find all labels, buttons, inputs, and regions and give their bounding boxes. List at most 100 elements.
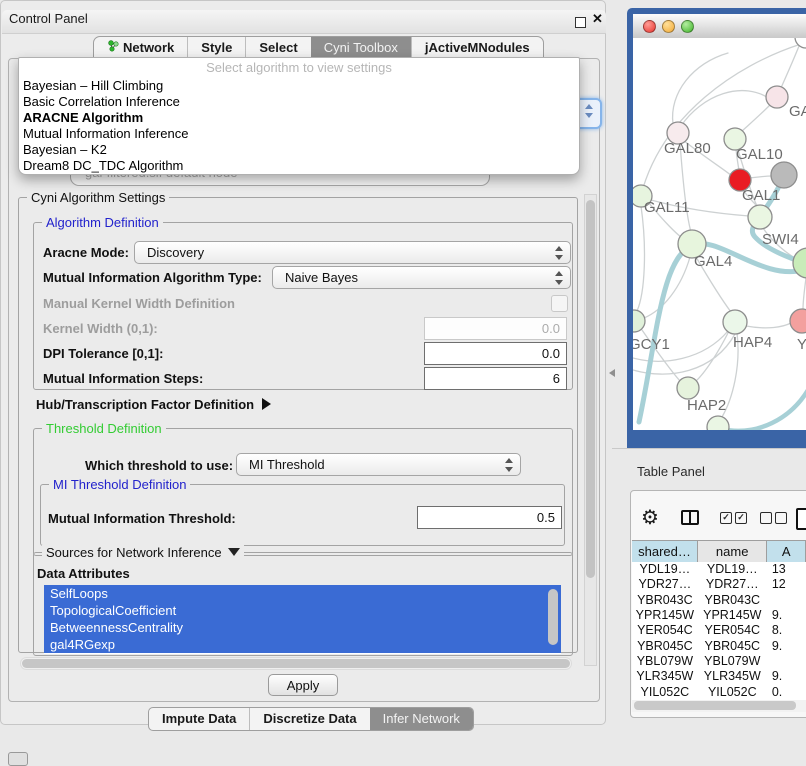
attribute-item[interactable]: TopologicalCoefficient — [44, 602, 561, 619]
table-cell[interactable]: 9. — [767, 639, 806, 654]
table-row[interactable]: YDR27…YDR27…12 — [632, 577, 806, 592]
unchecked-checkbox-icon[interactable] — [775, 512, 787, 524]
network-edge[interactable] — [746, 323, 791, 328]
network-edge[interactable] — [740, 104, 771, 133]
splitter-handle[interactable] — [609, 369, 615, 377]
zoom-traffic-light-icon[interactable] — [681, 20, 694, 33]
tab-cyni-toolbox[interactable]: Cyni Toolbox — [311, 37, 411, 59]
algorithm-item[interactable]: Dream8 DC_TDC Algorithm — [19, 158, 579, 174]
table-cell[interactable]: 13 — [767, 562, 806, 577]
tab-discretize-data[interactable]: Discretize Data — [249, 708, 369, 730]
algorithm-item[interactable]: ARACNE Algorithm — [19, 110, 579, 126]
algorithm-item[interactable]: Bayesian – K2 — [19, 142, 579, 158]
tab-select[interactable]: Select — [245, 37, 310, 59]
table-hscrollbar-thumb[interactable] — [634, 701, 796, 710]
hub-definition-toggle[interactable]: Hub/Transcription Factor Definition — [36, 397, 271, 412]
network-edge[interactable] — [781, 46, 799, 88]
table-cell[interactable]: YBL079W — [632, 654, 698, 669]
tab-jactivemnodules[interactable]: jActiveMNodules — [411, 37, 543, 59]
column-header[interactable]: name — [698, 541, 767, 563]
table-settings-gear-icon[interactable]: ⚙ — [641, 505, 659, 530]
table-cell[interactable]: YER054C — [632, 623, 698, 638]
table-cell[interactable]: YBR045C — [698, 639, 767, 654]
table-cell[interactable]: YBR043C — [632, 593, 698, 608]
mi-threshold-input[interactable] — [417, 506, 562, 529]
table-row[interactable]: YBL079WYBL079W — [632, 654, 806, 669]
attribute-item[interactable]: SelfLoops — [44, 585, 561, 602]
checked-checkbox-icon[interactable]: ✓ — [720, 512, 732, 524]
close-traffic-light-icon[interactable] — [643, 20, 656, 33]
sources-group-toggle[interactable]: Sources for Network Inference — [42, 545, 244, 560]
mi-steps-input[interactable] — [424, 367, 567, 390]
table-cell[interactable]: 9. — [767, 669, 806, 684]
table-row[interactable]: YPR145WYPR145W9. — [632, 608, 806, 623]
column-header[interactable]: shared… — [632, 541, 698, 563]
node-mid[interactable] — [748, 205, 772, 229]
node-top-right[interactable] — [795, 38, 806, 48]
settings-scrollbar-thumb[interactable] — [586, 200, 595, 578]
column-header[interactable]: A — [767, 541, 806, 563]
tab-style[interactable]: Style — [187, 37, 245, 59]
node-gcy1[interactable] — [633, 310, 645, 332]
table-cell[interactable]: YIL052C — [632, 685, 698, 700]
network-edge[interactable] — [695, 331, 729, 382]
node-gray[interactable] — [771, 162, 797, 188]
table-cell[interactable]: 0. — [767, 685, 806, 700]
table-row[interactable]: YDL19…YDL19…13 — [632, 562, 806, 577]
aracne-mode-select[interactable]: Discovery — [134, 241, 571, 264]
network-edge[interactable] — [673, 53, 728, 124]
table-row[interactable]: YBR045CYBR045C9. — [632, 639, 806, 654]
split-columns-icon[interactable] — [681, 510, 699, 525]
float-window-icon[interactable] — [575, 17, 586, 28]
tab-infer-network[interactable]: Infer Network — [370, 708, 473, 730]
network-edge[interactable] — [639, 244, 803, 422]
table-cell[interactable]: YIL052C — [698, 685, 767, 700]
table-row[interactable]: YIL052CYIL052C0. — [632, 685, 806, 700]
settings-hscrollbar-thumb[interactable] — [22, 659, 570, 668]
table-cell[interactable]: YDR27… — [632, 577, 698, 592]
algorithm-item[interactable]: Basic Correlation Inference — [19, 94, 579, 110]
collapsed-panel-icon[interactable] — [8, 752, 28, 766]
which-threshold-select[interactable]: MI Threshold — [236, 453, 521, 476]
network-edge[interactable] — [750, 176, 772, 178]
table-cell[interactable]: YER054C — [698, 623, 767, 638]
node-salmon[interactable] — [790, 309, 806, 333]
manual-kernel-width-checkbox[interactable] — [551, 295, 568, 312]
network-edge[interactable] — [721, 390, 806, 430]
table-cell[interactable]: YBR043C — [698, 593, 767, 608]
table-cell[interactable]: YPR145W — [632, 608, 698, 623]
table-cell[interactable]: YPR145W — [698, 608, 767, 623]
table-cell[interactable]: YBL079W — [698, 654, 767, 669]
algorithm-item[interactable]: Mutual Information Inference — [19, 126, 579, 142]
mi-algorithm-type-select[interactable]: Naive Bayes — [272, 266, 571, 289]
kernel-width-input[interactable] — [424, 317, 567, 340]
table-row[interactable]: YER054CYER054C8. — [632, 623, 806, 638]
attributes-scrollbar-thumb[interactable] — [548, 589, 558, 645]
unchecked-checkbox-icon[interactable] — [760, 512, 772, 524]
table-cell[interactable]: 8. — [767, 623, 806, 638]
checked-checkbox-icon[interactable]: ✓ — [735, 512, 747, 524]
apply-button[interactable]: Apply — [268, 674, 338, 696]
minimize-traffic-light-icon[interactable] — [662, 20, 675, 33]
table-cell[interactable]: YBR045C — [632, 639, 698, 654]
table-cell[interactable]: YDL19… — [632, 562, 698, 577]
table-cell[interactable]: 12 — [767, 577, 806, 592]
node-hap4[interactable] — [723, 310, 747, 334]
tab-network[interactable]: Network — [94, 37, 187, 59]
node-bottom[interactable] — [707, 416, 729, 430]
table-cell[interactable] — [767, 593, 806, 608]
network-edge[interactable] — [637, 206, 644, 311]
close-icon[interactable]: ✕ — [592, 11, 603, 27]
network-canvas[interactable]: GAL7GAL80GAL10GAL1GAL11SWI4GAL4GCY1HAP4Y… — [633, 38, 806, 430]
table-row[interactable]: YLR345WYLR345W9. — [632, 669, 806, 684]
attribute-item[interactable]: BetweennessCentrality — [44, 619, 561, 636]
table-cell[interactable] — [767, 654, 806, 669]
node-gal7[interactable] — [766, 86, 788, 108]
dpi-tolerance-input[interactable] — [424, 342, 567, 365]
table-cell[interactable]: YLR345W — [632, 669, 698, 684]
table-cell[interactable]: 9. — [767, 608, 806, 623]
tab-impute-data[interactable]: Impute Data — [149, 708, 249, 730]
network-window-titlebar[interactable] — [633, 14, 806, 39]
algorithm-item[interactable]: Bayesian – Hill Climbing — [19, 78, 579, 94]
table-function-icon[interactable] — [796, 508, 806, 530]
